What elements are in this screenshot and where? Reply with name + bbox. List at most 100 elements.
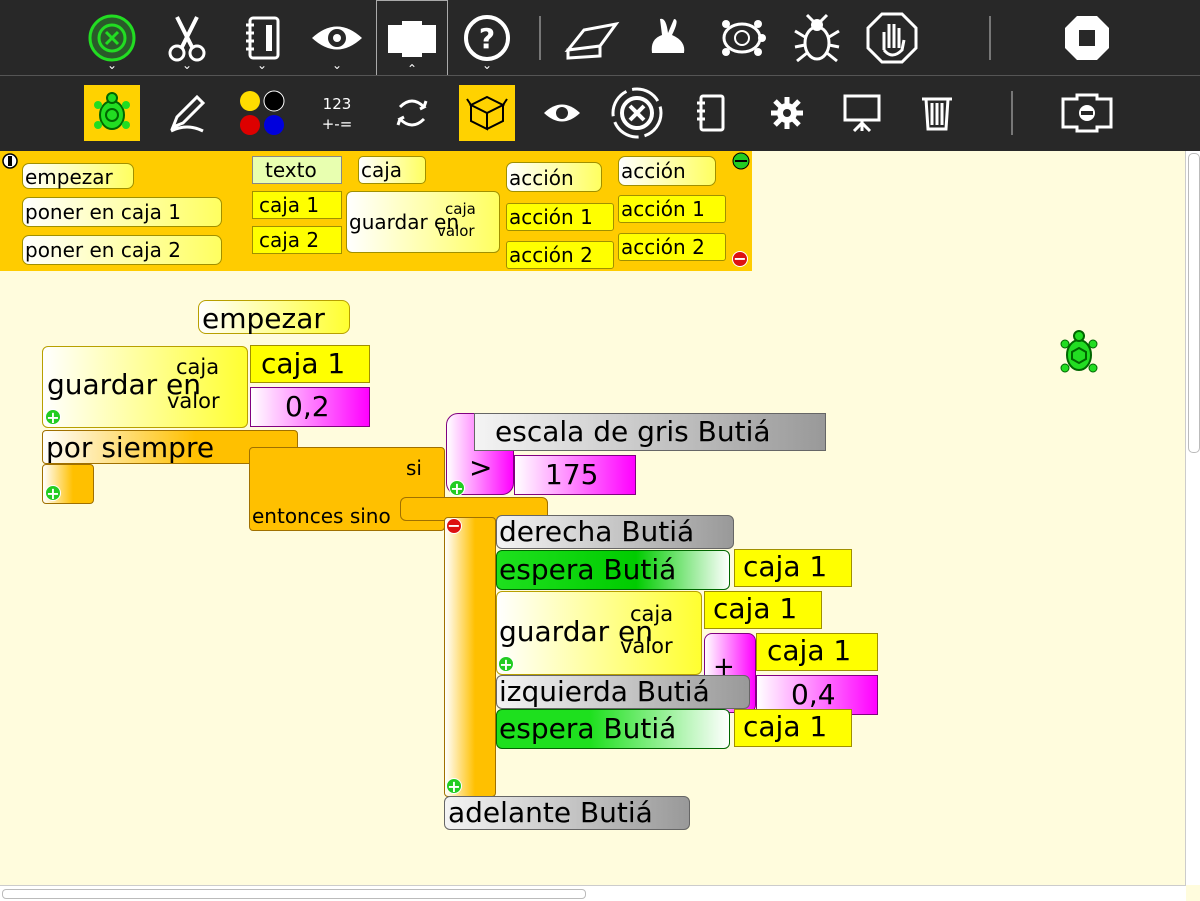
- palette-box1-block[interactable]: caja 1: [252, 191, 342, 219]
- flow-palette-button[interactable]: [384, 85, 440, 141]
- box-socket-label: caja: [176, 355, 220, 379]
- box-name-block[interactable]: caja 1: [734, 709, 852, 747]
- box-name-block[interactable]: caja 1: [250, 345, 370, 383]
- palette-put-in-box1-block[interactable]: poner en caja 1: [22, 197, 222, 227]
- help-button[interactable]: ? ⌄: [457, 8, 517, 71]
- palette-action1-stack-block[interactable]: acción 1: [618, 195, 726, 223]
- start-block[interactable]: empezar: [198, 300, 350, 334]
- butia-palette-button[interactable]: [609, 85, 665, 141]
- palette-start-block[interactable]: empezar: [22, 163, 134, 189]
- extras-palette-button[interactable]: [759, 85, 815, 141]
- flow-palette-icon: [396, 99, 428, 127]
- sensors-palette-icon: [544, 104, 580, 122]
- media-palette-button[interactable]: [684, 85, 740, 141]
- portfolio-palette-icon: [843, 94, 881, 133]
- turn-left-block[interactable]: izquierda Butiá: [496, 675, 750, 709]
- palette-action1-block[interactable]: acción 1: [506, 203, 614, 231]
- palette-text-block[interactable]: texto: [252, 156, 342, 184]
- stop-activity-button[interactable]: [1057, 8, 1117, 68]
- pen-palette-button[interactable]: [159, 85, 215, 141]
- horizontal-scrollbar[interactable]: [0, 885, 1186, 901]
- palette-put-in-box2-block[interactable]: poner en caja 2: [22, 235, 222, 265]
- blocks-palette-icon: [466, 95, 508, 131]
- expand-icon[interactable]: +: [446, 778, 462, 795]
- palette-text-label: texto: [265, 158, 317, 182]
- butia-palette-icon: [611, 87, 663, 139]
- hide-palette-button[interactable]: [1059, 85, 1115, 141]
- wait-label: espera Butiá: [499, 553, 677, 586]
- debug-button[interactable]: [787, 8, 847, 68]
- collapse-icon[interactable]: −: [446, 518, 462, 534]
- number-block[interactable]: 0,2: [250, 387, 370, 427]
- portfolio-palette-button[interactable]: [834, 85, 890, 141]
- trash-button[interactable]: [909, 85, 965, 141]
- colors-palette-button[interactable]: [234, 85, 290, 141]
- box-name-block[interactable]: caja 1: [704, 591, 822, 629]
- palette-action-block[interactable]: acción: [506, 162, 602, 192]
- fast-run-button[interactable]: [637, 8, 697, 68]
- cut-icon: [168, 16, 206, 62]
- wait-block[interactable]: espera Butiá: [496, 550, 730, 590]
- stop-icon: [866, 12, 918, 64]
- numbers-palette-button[interactable]: 123 +-=: [309, 85, 365, 141]
- sensors-palette-button[interactable]: [534, 85, 590, 141]
- turtle-palette-icon: [94, 92, 130, 130]
- palette-box-socket-label: caja: [445, 200, 476, 218]
- number-label: 175: [545, 458, 599, 491]
- turtle-sprite-icon[interactable]: [1060, 328, 1098, 378]
- turtle-palette-button[interactable]: [84, 85, 140, 141]
- forward-block[interactable]: adelante Butiá: [444, 796, 690, 830]
- notebook-button[interactable]: ⌄: [232, 8, 292, 71]
- box-name-label: caja 1: [743, 710, 828, 743]
- palette-toolbar-icon: [388, 21, 436, 57]
- store-in-block[interactable]: guardar en caja valor +: [496, 591, 702, 675]
- extras-palette-icon: [771, 97, 803, 129]
- forever-label: por siempre: [46, 431, 215, 464]
- palette-toolbar: 123 +-=: [0, 75, 1200, 151]
- store-in-block[interactable]: guardar en caja valor +: [42, 346, 248, 428]
- main-toolbar: ⌄ ⌄ ⌄ ⌄ ⌃ ? ⌄: [0, 0, 1200, 76]
- blocks-palette: − empezar poner en caja 1 poner en caja …: [0, 151, 752, 271]
- fast-run-icon: [651, 18, 685, 53]
- palette-toolbar-tab[interactable]: ⌃: [376, 0, 448, 76]
- expand-icon[interactable]: +: [45, 409, 61, 426]
- blocks-palette-button[interactable]: [459, 85, 515, 141]
- palette-action-stack-block[interactable]: acción: [618, 156, 716, 186]
- palette-shrink-icon[interactable]: −: [732, 251, 748, 267]
- box-name-block[interactable]: caja 1: [756, 633, 878, 671]
- slow-run-button[interactable]: [712, 8, 772, 68]
- palette-action1-stack-label: acción 1: [621, 197, 705, 221]
- colors-palette-icon: [240, 90, 285, 135]
- svg-text:?: ?: [479, 22, 495, 55]
- help-icon: ?: [464, 15, 510, 61]
- view-button[interactable]: ⌄: [307, 8, 367, 72]
- expand-icon[interactable]: +: [45, 485, 61, 502]
- vertical-scroll-thumb[interactable]: [1188, 153, 1200, 453]
- slow-run-icon: [722, 20, 766, 56]
- vertical-scrollbar[interactable]: [1185, 151, 1200, 885]
- palette-box-block[interactable]: caja: [358, 156, 426, 184]
- palette-action2-block[interactable]: acción 2: [506, 241, 614, 269]
- horizontal-scroll-thumb[interactable]: [2, 889, 586, 899]
- palette-action2-stack-block[interactable]: acción 2: [618, 233, 726, 261]
- palette-orientation-icon[interactable]: [2, 153, 18, 169]
- expand-icon[interactable]: +: [449, 480, 465, 497]
- palette-next-icon[interactable]: [732, 152, 750, 170]
- palette-store-in-block[interactable]: guardar en caja valor: [346, 191, 500, 253]
- clean-icon: [564, 21, 620, 60]
- clean-button[interactable]: [562, 8, 622, 68]
- chevron-down-icon: ⌄: [106, 58, 118, 72]
- stop-turtle-button[interactable]: [862, 8, 922, 68]
- box-name-block[interactable]: caja 1: [734, 549, 852, 587]
- palette-box2-block[interactable]: caja 2: [252, 226, 342, 254]
- number-block[interactable]: 175: [514, 455, 636, 495]
- activity-button[interactable]: ⌄: [82, 8, 142, 72]
- expand-icon[interactable]: +: [498, 656, 514, 673]
- wait-block[interactable]: espera Butiá: [496, 709, 730, 749]
- turn-right-block[interactable]: derecha Butiá: [496, 515, 734, 549]
- grayscale-sensor-block[interactable]: escala de gris Butiá: [474, 413, 826, 451]
- chevron-down-icon: ⌄: [331, 58, 343, 72]
- cut-button[interactable]: ⌄: [157, 8, 217, 71]
- media-palette-icon: [697, 94, 725, 132]
- box-name-label: caja 1: [261, 347, 346, 380]
